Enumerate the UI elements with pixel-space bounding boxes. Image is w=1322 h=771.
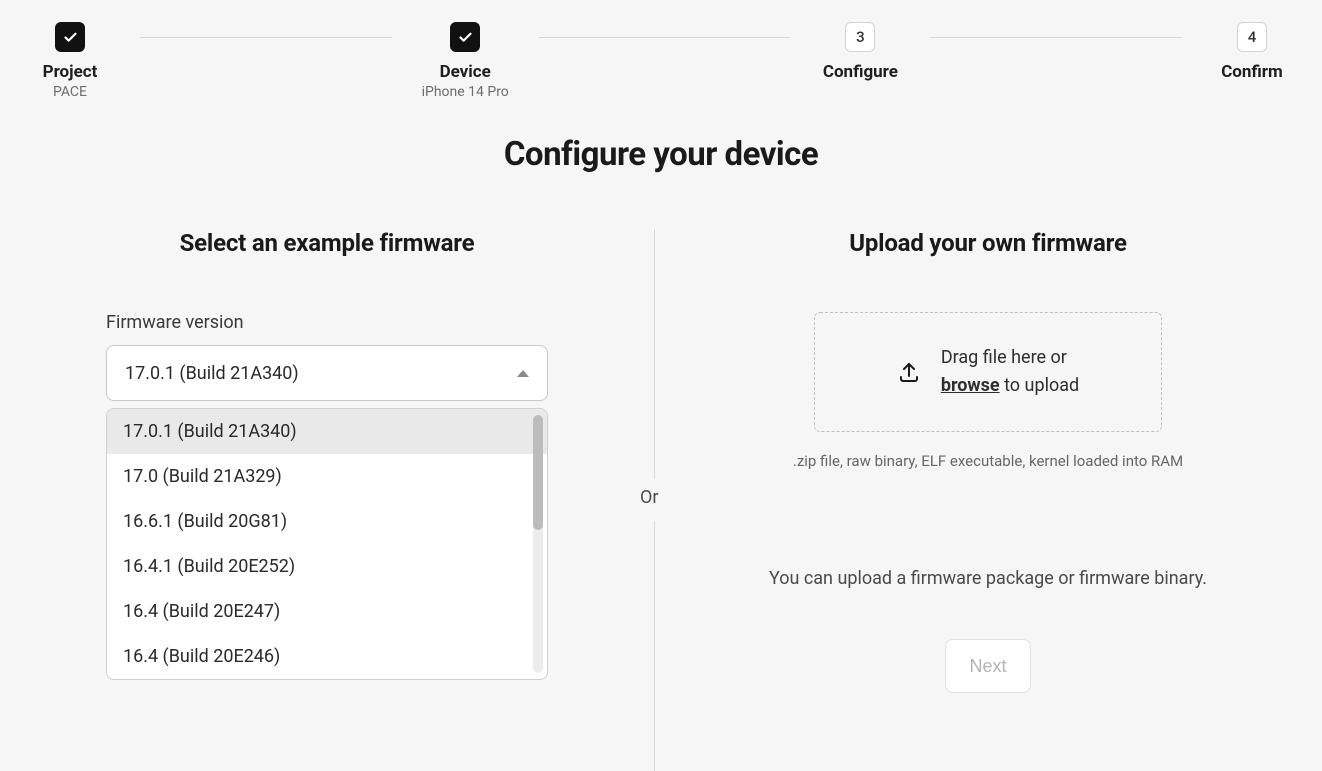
firmware-option[interactable]: 16.4.1 (Build 20E252) bbox=[107, 544, 547, 589]
stepper: Project PACE Device iPhone 14 Pro 3 Conf… bbox=[0, 0, 1322, 100]
dropzone-text: Drag file here or browse to upload bbox=[941, 344, 1079, 400]
next-button[interactable]: Next bbox=[945, 639, 1031, 693]
step-confirm[interactable]: 4 Confirm bbox=[1212, 22, 1292, 82]
step-connector bbox=[930, 37, 1182, 38]
dropzone-line1: Drag file here or bbox=[941, 347, 1067, 368]
step-connector bbox=[539, 37, 791, 38]
or-label: Or bbox=[640, 487, 658, 508]
step-connector bbox=[140, 37, 392, 38]
step-project[interactable]: Project PACE bbox=[30, 22, 110, 100]
vertical-divider bbox=[654, 521, 655, 771]
page-title: Configure your device bbox=[0, 135, 1322, 174]
firmware-version-select[interactable]: 17.0.1 (Build 21A340) bbox=[106, 345, 548, 401]
firmware-option[interactable]: 16.4 (Build 20E247) bbox=[107, 589, 547, 634]
step-box-pending: 3 bbox=[845, 22, 875, 52]
example-firmware-column: Select an example firmware Firmware vers… bbox=[0, 229, 654, 769]
step-box-done bbox=[450, 22, 480, 52]
dropzone-line2-suffix: to upload bbox=[1000, 375, 1080, 396]
firmware-option[interactable]: 17.0 (Build 21A329) bbox=[107, 454, 547, 499]
firmware-option[interactable]: 17.0.1 (Build 21A340) bbox=[107, 409, 547, 454]
firmware-dropzone[interactable]: Drag file here or browse to upload bbox=[814, 312, 1162, 432]
firmware-version-label: Firmware version bbox=[106, 312, 548, 333]
upload-icon bbox=[897, 360, 921, 384]
step-configure[interactable]: 3 Configure bbox=[820, 22, 900, 82]
firmware-version-selected: 17.0.1 (Build 21A340) bbox=[125, 363, 299, 384]
step-title: Configure bbox=[823, 62, 898, 82]
firmware-option[interactable]: 16.4 (Build 20E246) bbox=[107, 634, 547, 679]
step-title: Project bbox=[43, 62, 98, 82]
chevron-up-icon bbox=[517, 370, 529, 377]
step-subtitle: iPhone 14 Pro bbox=[422, 84, 509, 100]
firmware-version-dropdown: 17.0.1 (Build 21A340) 17.0 (Build 21A329… bbox=[106, 408, 548, 680]
check-icon bbox=[458, 30, 473, 45]
firmware-version-field: Firmware version 17.0.1 (Build 21A340) 1… bbox=[106, 312, 548, 680]
example-firmware-heading: Select an example firmware bbox=[180, 229, 475, 257]
dropzone-hint: .zip file, raw binary, ELF executable, k… bbox=[788, 450, 1188, 473]
check-icon bbox=[63, 30, 78, 45]
scrollbar-thumb[interactable] bbox=[533, 415, 543, 530]
configure-columns: Or Select an example firmware Firmware v… bbox=[0, 229, 1322, 769]
browse-link[interactable]: browse bbox=[941, 375, 1000, 396]
step-box-pending: 4 bbox=[1237, 22, 1267, 52]
upload-note: You can upload a firmware package or fir… bbox=[769, 568, 1207, 589]
dropdown-scroll[interactable]: 17.0.1 (Build 21A340) 17.0 (Build 21A329… bbox=[107, 409, 547, 679]
vertical-divider bbox=[654, 229, 655, 479]
step-subtitle: PACE bbox=[53, 84, 87, 100]
step-box-done bbox=[55, 22, 85, 52]
step-title: Confirm bbox=[1221, 62, 1283, 82]
step-title: Device bbox=[440, 62, 491, 82]
upload-firmware-column: Upload your own firmware Drag file here … bbox=[654, 229, 1322, 769]
firmware-option[interactable]: 16.6.1 (Build 20G81) bbox=[107, 499, 547, 544]
step-device[interactable]: Device iPhone 14 Pro bbox=[422, 22, 509, 100]
upload-firmware-heading: Upload your own firmware bbox=[849, 229, 1127, 257]
